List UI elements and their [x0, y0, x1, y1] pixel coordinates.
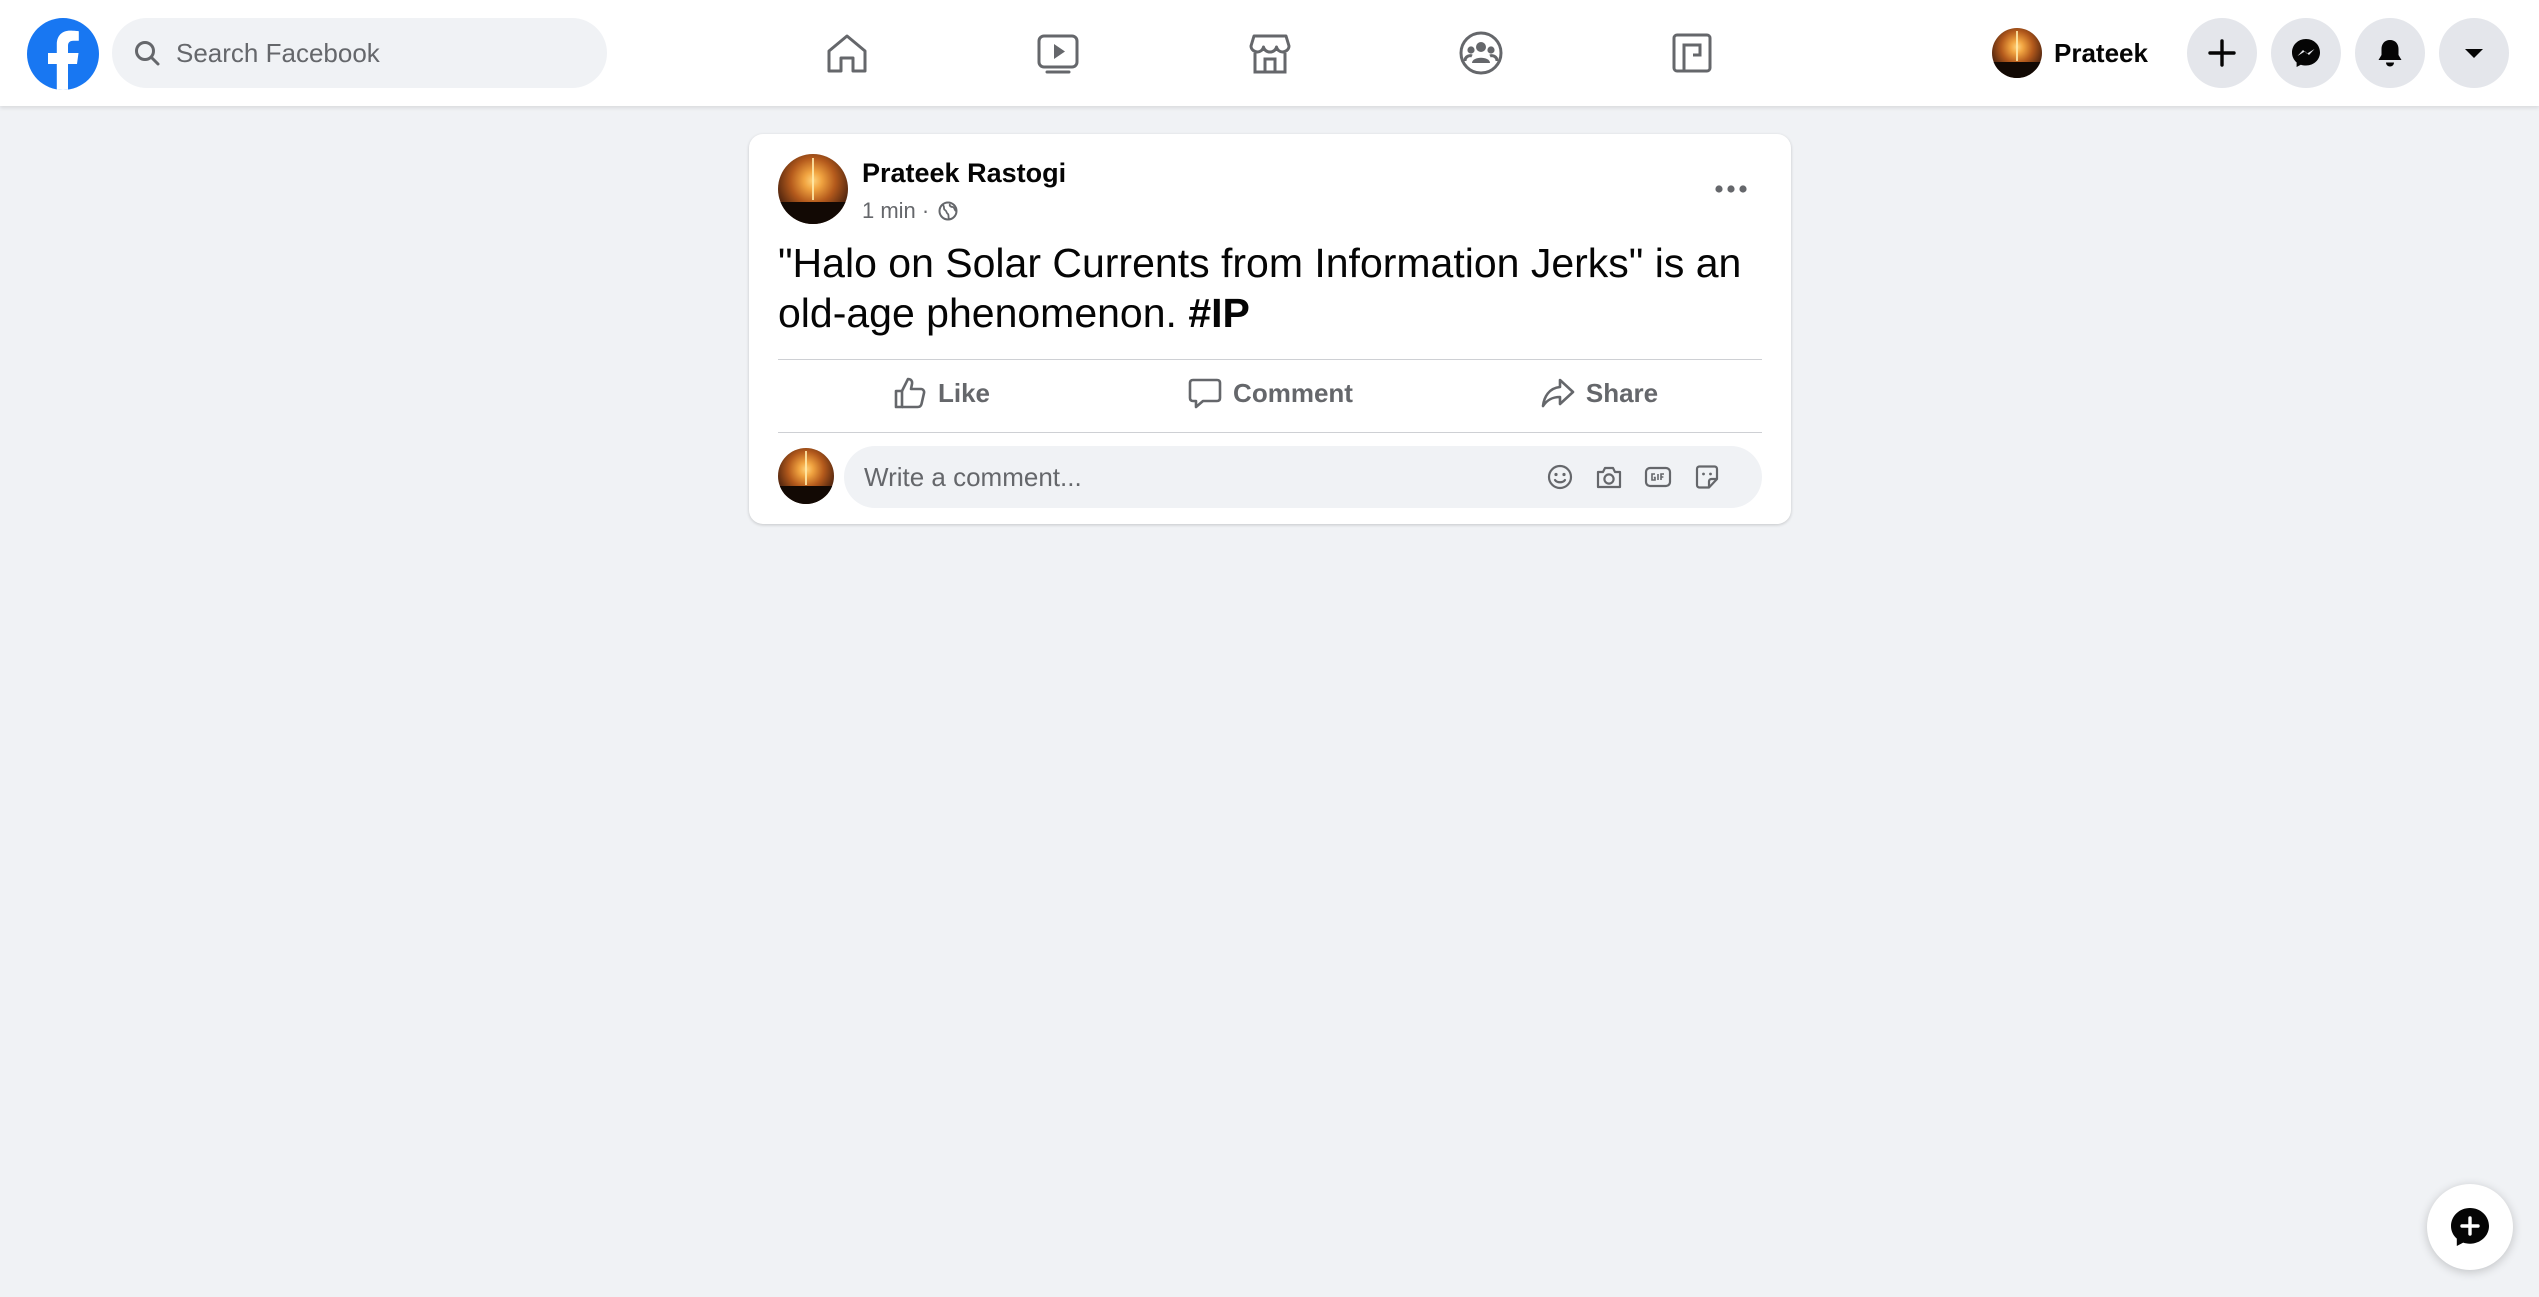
plus-icon	[2208, 39, 2236, 67]
share-button[interactable]: Share	[1436, 360, 1762, 426]
top-navigation-bar: Prateek	[0, 0, 2539, 106]
search-input[interactable]	[176, 18, 596, 88]
like-icon	[894, 377, 926, 409]
nav-watch[interactable]	[1027, 22, 1089, 84]
emoji-button[interactable]	[1544, 461, 1576, 493]
gaming-icon	[1672, 33, 1712, 73]
messenger-button[interactable]	[2271, 18, 2341, 88]
comment-label: Comment	[1233, 377, 1353, 408]
post-card: Prateek Rastogi 1 min · "Halo on Solar C…	[749, 134, 1791, 524]
search-bar[interactable]	[112, 18, 607, 88]
share-icon	[1541, 378, 1575, 408]
nav-home[interactable]	[816, 22, 878, 84]
profile-shortcut[interactable]: Prateek	[1992, 20, 2162, 86]
notifications-button[interactable]	[2355, 18, 2425, 88]
facebook-logo-icon	[48, 30, 79, 90]
new-message-icon	[2451, 1208, 2489, 1246]
create-button[interactable]	[2187, 18, 2257, 88]
search-icon	[135, 41, 160, 66]
nav-gaming[interactable]	[1661, 22, 1723, 84]
post-hashtag[interactable]: #IP	[1188, 290, 1250, 336]
chevron-down-icon	[2465, 49, 2483, 58]
gif-icon	[1644, 466, 1672, 488]
messenger-icon	[2292, 39, 2320, 67]
sticker-button[interactable]	[1691, 461, 1723, 493]
divider	[778, 432, 1762, 433]
like-button[interactable]: Like	[778, 360, 1104, 426]
post-author-name[interactable]: Prateek Rastogi	[862, 158, 1066, 189]
avatar	[1992, 28, 2042, 78]
profile-name: Prateek	[2054, 37, 2148, 68]
facebook-logo[interactable]	[27, 18, 99, 90]
comment-input[interactable]	[864, 446, 1524, 508]
photo-button[interactable]	[1593, 461, 1625, 493]
like-label: Like	[937, 377, 991, 408]
globe-icon[interactable]	[937, 200, 959, 222]
comment-button[interactable]: Comment	[1107, 360, 1433, 426]
post-timestamp[interactable]: 1 min ·	[862, 198, 929, 224]
comment-icon	[1188, 378, 1222, 409]
comment-composer[interactable]	[844, 446, 1762, 508]
new-message-button[interactable]	[2427, 1184, 2513, 1270]
post-message: "Halo on Solar Currents from Information…	[778, 240, 1742, 336]
sticker-icon	[1695, 465, 1719, 489]
share-label: Share	[1585, 377, 1659, 408]
gif-button[interactable]	[1642, 461, 1674, 493]
commenter-avatar[interactable]	[778, 448, 834, 504]
home-icon	[827, 34, 867, 73]
emoji-icon	[1547, 464, 1573, 490]
post-options-button[interactable]	[1704, 162, 1758, 216]
post-meta: 1 min ·	[862, 198, 959, 224]
author-avatar[interactable]	[778, 154, 848, 224]
more-horizontal-icon	[1715, 185, 1747, 193]
nav-groups[interactable]	[1450, 22, 1512, 84]
marketplace-icon	[1249, 34, 1291, 74]
post-text: "Halo on Solar Currents from Information…	[778, 238, 1763, 338]
groups-icon	[1459, 31, 1503, 75]
watch-icon	[1037, 34, 1079, 74]
account-menu-button[interactable]	[2439, 18, 2509, 88]
notifications-icon	[2378, 40, 2402, 67]
camera-icon	[1596, 466, 1622, 489]
nav-marketplace[interactable]	[1239, 22, 1301, 84]
